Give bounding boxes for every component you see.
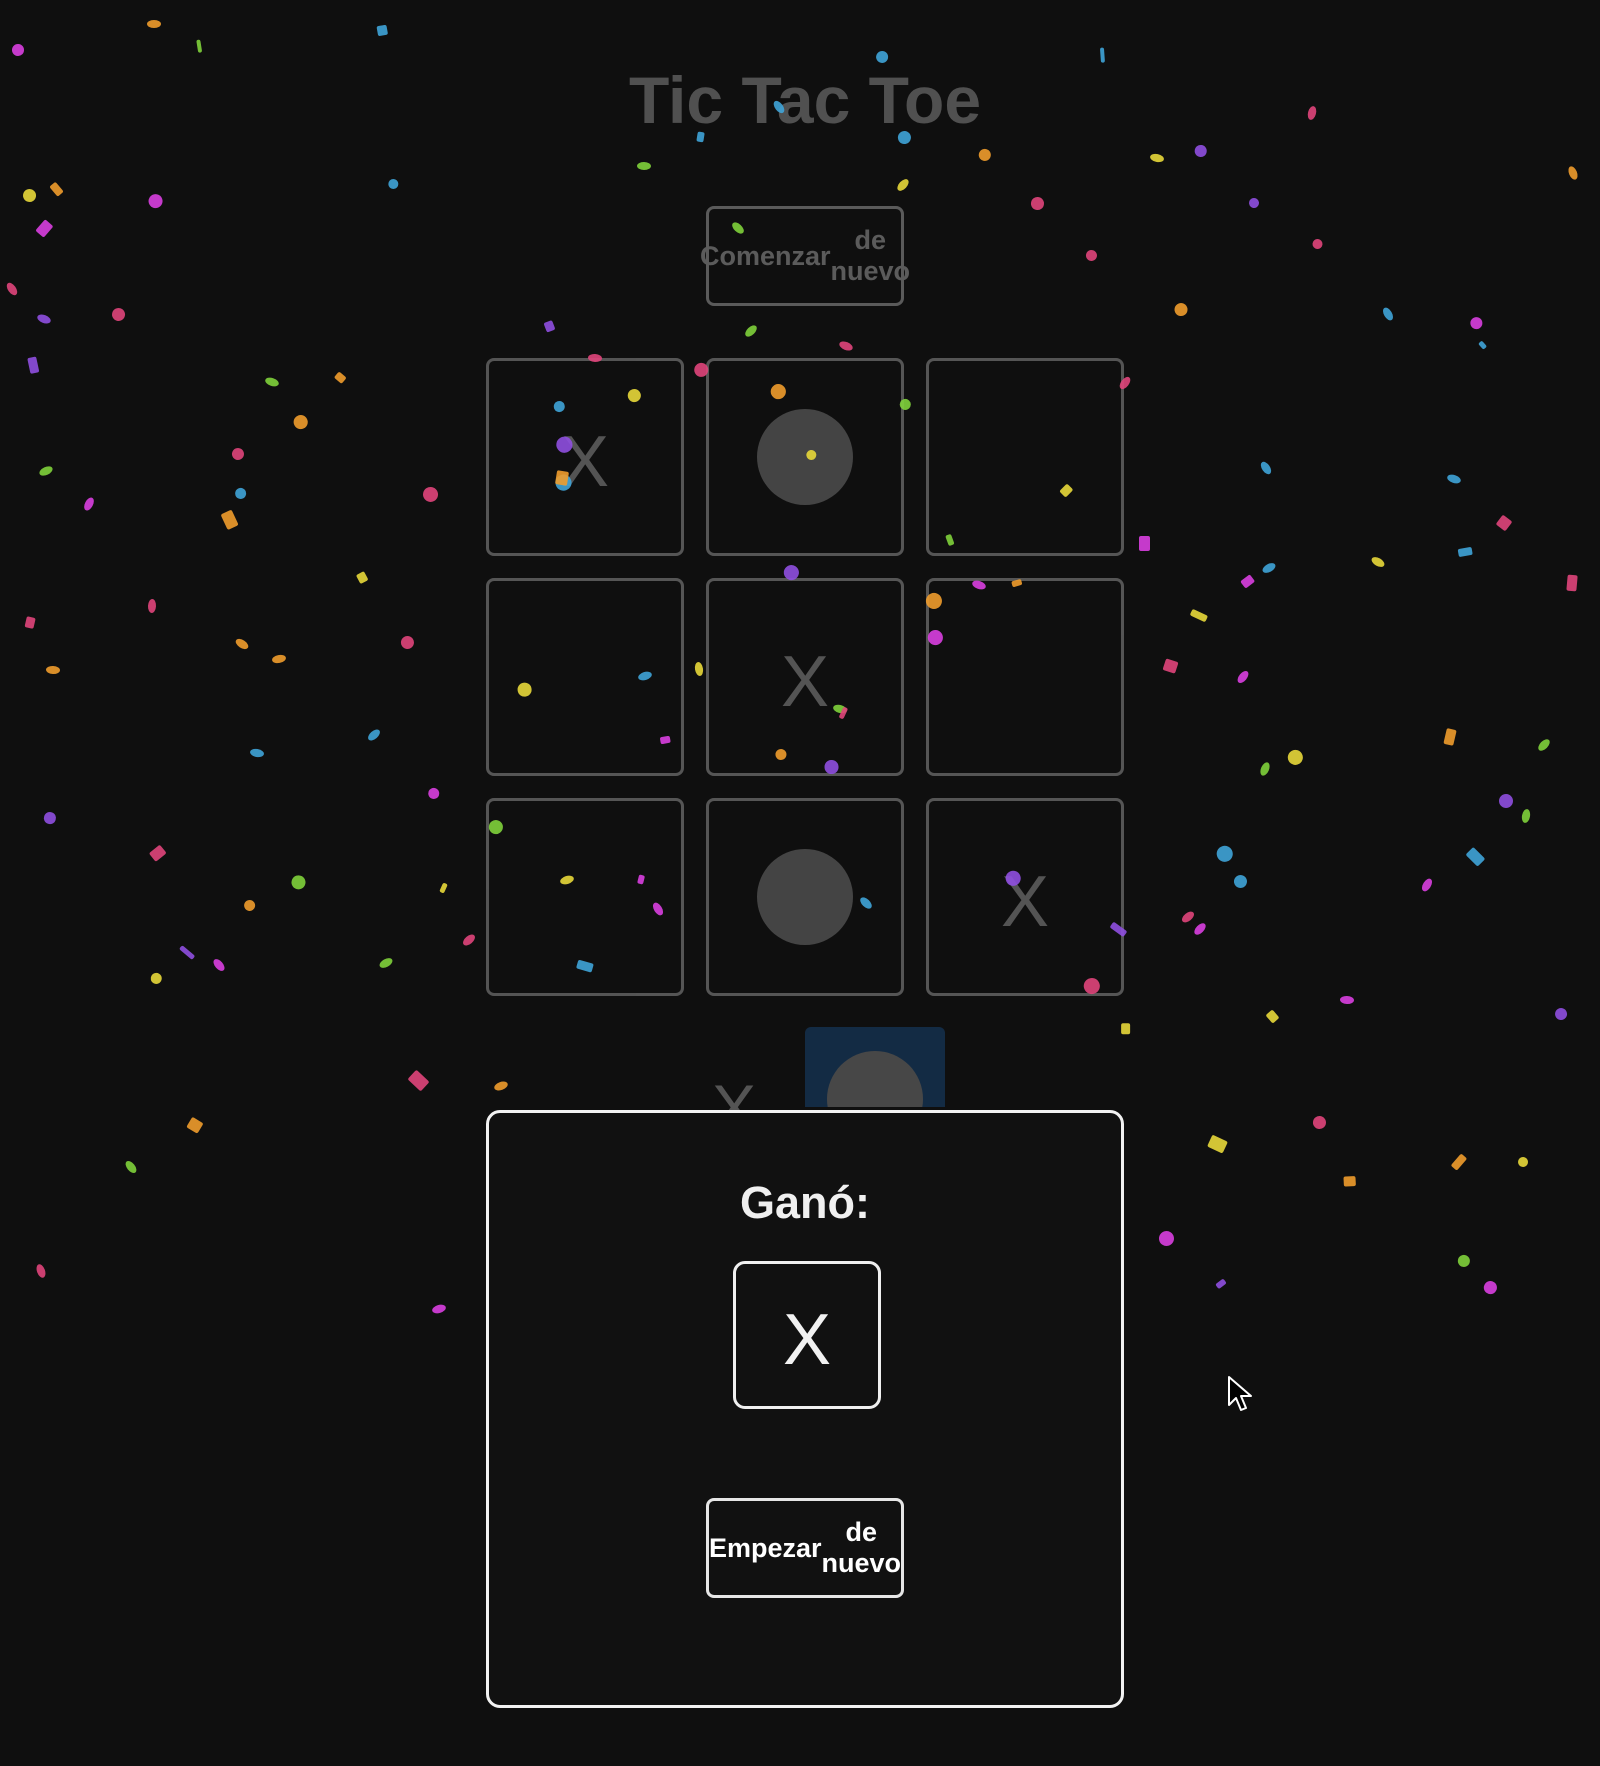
restart-button-label-line1: Comenzar bbox=[699, 240, 831, 271]
board-cell-5[interactable]: X bbox=[706, 578, 904, 776]
app-screen: Tic Tac Toe Comenzar de nuevo X X X X Ganó… bbox=[0, 0, 1600, 1766]
x-mark: X bbox=[560, 422, 610, 502]
page-title: Tic Tac Toe bbox=[628, 63, 982, 137]
restart-button-label-line2: de nuevo bbox=[830, 225, 911, 286]
winner-modal: Ganó: X Empezar de nuevo bbox=[486, 1110, 1124, 1708]
mouse-cursor-icon bbox=[1228, 1376, 1252, 1411]
modal-restart-label-line2: de nuevo bbox=[821, 1517, 902, 1578]
board-cell-4[interactable] bbox=[486, 578, 684, 776]
winner-square: X bbox=[733, 1261, 881, 1409]
o-mark-icon bbox=[757, 849, 853, 945]
board-cell-3[interactable] bbox=[926, 358, 1124, 556]
board-cell-1[interactable]: X bbox=[486, 358, 684, 556]
o-mark-icon bbox=[827, 1051, 923, 1107]
x-mark: X bbox=[780, 642, 830, 722]
winner-modal-title: Ganó: bbox=[740, 1177, 870, 1228]
winner-mark: X bbox=[782, 1300, 832, 1380]
board-cell-2[interactable] bbox=[706, 358, 904, 556]
o-mark-icon bbox=[757, 409, 853, 505]
restart-button[interactable]: Comenzar de nuevo bbox=[700, 206, 910, 306]
turn-indicator-o-active bbox=[805, 1027, 945, 1107]
board-cell-8[interactable] bbox=[706, 798, 904, 996]
board-cell-7[interactable] bbox=[486, 798, 684, 996]
board-cell-6[interactable] bbox=[926, 578, 1124, 776]
x-mark: X bbox=[1000, 862, 1050, 942]
modal-restart-label-line1: Empezar bbox=[708, 1532, 822, 1563]
board-cell-9[interactable]: X bbox=[926, 798, 1124, 996]
modal-restart-button[interactable]: Empezar de nuevo bbox=[706, 1498, 904, 1598]
game-board: X X X bbox=[486, 358, 1126, 998]
